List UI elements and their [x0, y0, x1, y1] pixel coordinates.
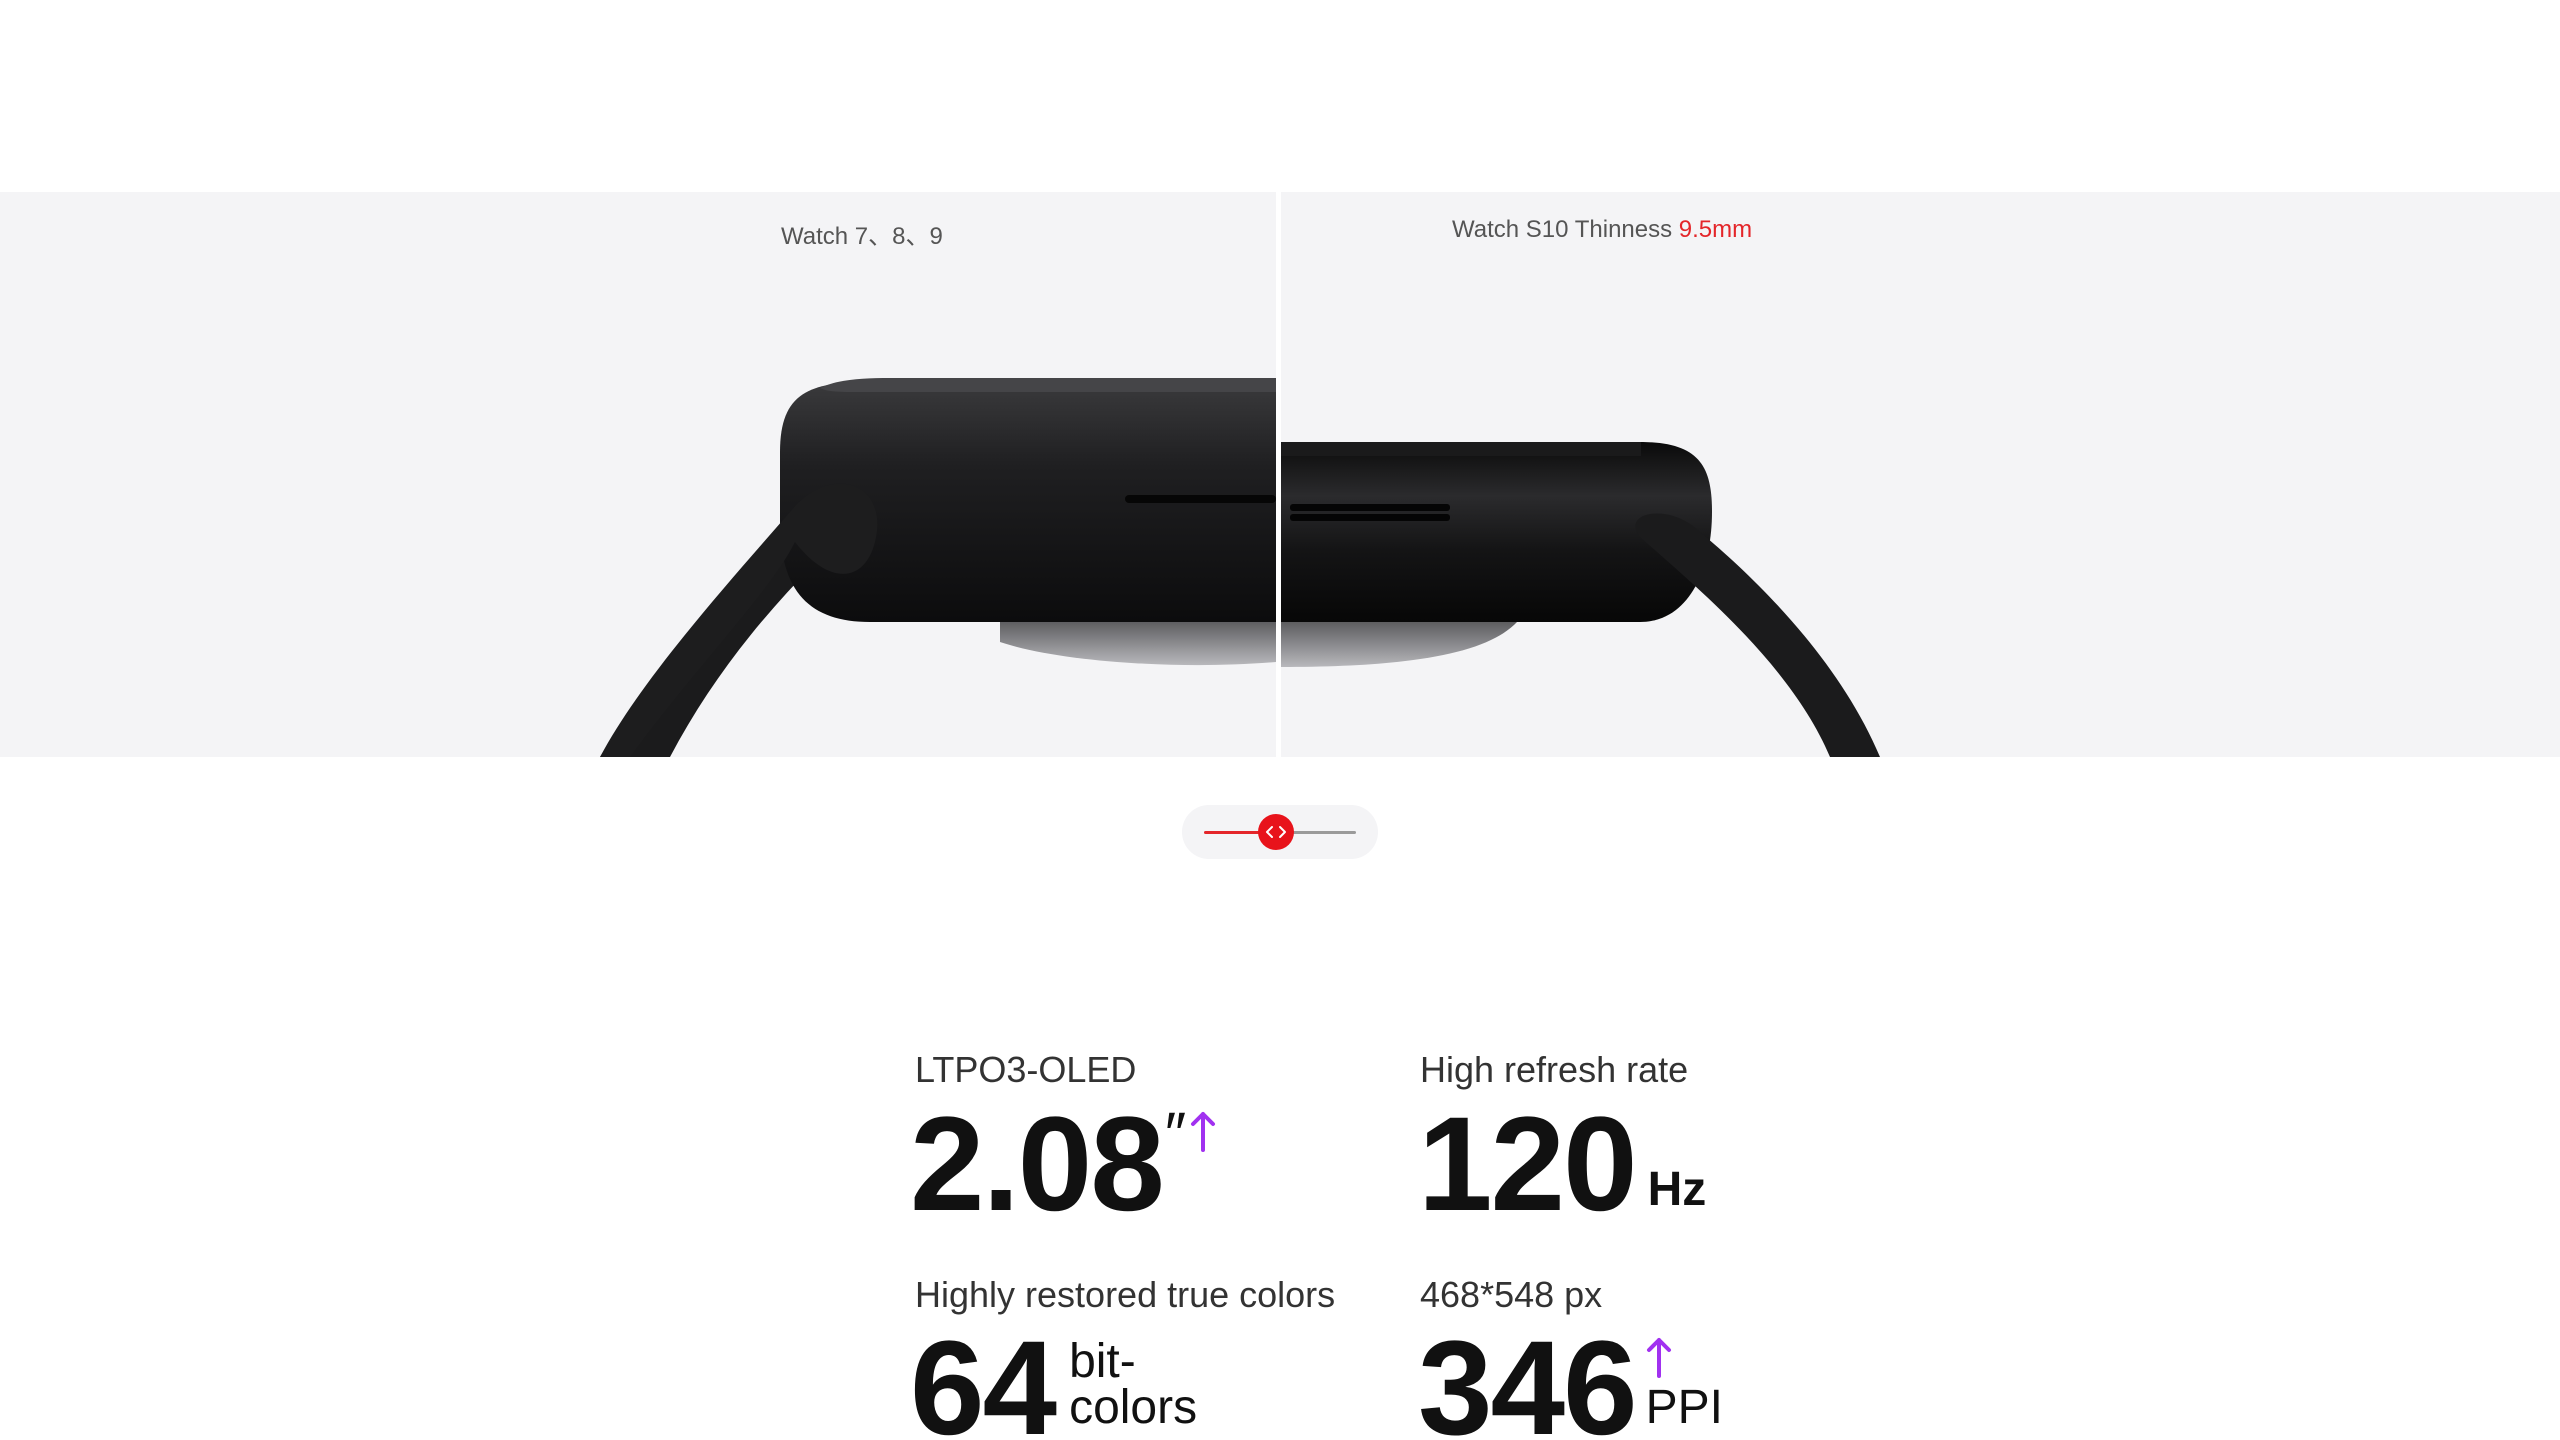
inch-unit: ″ [1164, 1100, 1187, 1167]
unit-line-1: bit- [1069, 1335, 1136, 1388]
right-watch-caption: Watch S10 Thinness 9.5mm [1452, 216, 1752, 244]
spec-value: 120 [1418, 1090, 1638, 1239]
spec-refresh-rate-value: 120 Hz [1418, 1098, 1706, 1232]
spec-label: LTPO3-OLED [915, 1049, 1137, 1090]
comparison-divider[interactable] [1276, 192, 1281, 757]
arrow-up-icon [1191, 1112, 1216, 1152]
arrow-up-icon [1646, 1338, 1671, 1378]
hz-unit: Hz [1647, 1163, 1707, 1216]
spec-resolution: 468*548 px [1420, 1277, 1602, 1313]
slider-handle[interactable] [1258, 814, 1294, 850]
bit-colors-unit: bit- colors [1069, 1338, 1197, 1432]
unit-line-2: colors [1069, 1381, 1198, 1434]
thinness-value: 9.5mm [1678, 216, 1753, 243]
chevron-left-right-icon [1266, 826, 1286, 838]
spec-color-depth-value: 64 bit- colors [910, 1322, 1197, 1440]
spec-color-depth: Highly restored true colors [915, 1277, 1335, 1313]
ppi-unit-group: PPI [1646, 1336, 1723, 1432]
spec-value: 64 [910, 1314, 1057, 1440]
page: Watch 7、8、9 Watch S10 Thinness 9.5mm LTP… [0, 0, 2560, 1440]
spec-display-size-value: 2.08 ″ [910, 1098, 1216, 1232]
ppi-unit: PPI [1645, 1381, 1723, 1434]
slider-track-active [1204, 831, 1262, 834]
spec-refresh-rate: High refresh rate [1420, 1052, 1688, 1088]
spec-value: 346 [1418, 1314, 1638, 1440]
spec-resolution-value: 346 PPI [1418, 1322, 1723, 1440]
right-caption-prefix: Watch S10 Thinness [1452, 216, 1679, 243]
spec-label: 468*548 px [1420, 1274, 1603, 1315]
left-watch-caption: Watch 7、8、9 [781, 223, 943, 250]
spec-label: High refresh rate [1420, 1049, 1689, 1090]
comparison-slider[interactable] [1182, 805, 1378, 859]
watch-comparison-panel: Watch 7、8、9 Watch S10 Thinness 9.5mm [0, 192, 2560, 757]
spec-value: 2.08 [910, 1090, 1165, 1239]
spec-label: Highly restored true colors [915, 1274, 1336, 1315]
spec-display-size: LTPO3-OLED [915, 1052, 1136, 1088]
